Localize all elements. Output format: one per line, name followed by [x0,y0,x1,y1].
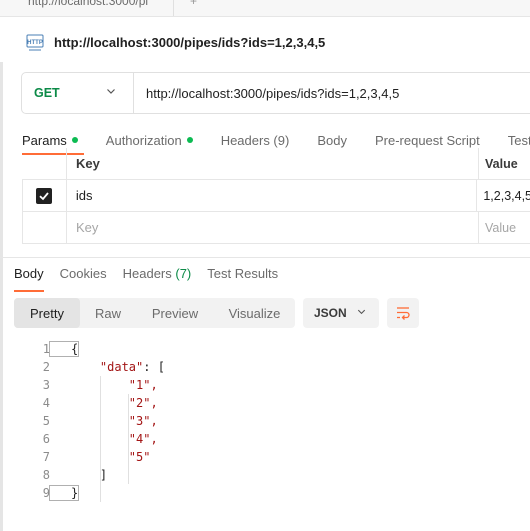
response-tab-body[interactable]: Body [14,266,44,292]
response-headers-count: (7) [175,266,192,281]
view-mode-segment: Pretty Raw Preview Visualize [14,298,295,328]
response-headers-label: Headers [122,266,172,281]
table-row: ids 1,2,3,4,5 [22,180,530,212]
response-tab-headers[interactable]: Headers (7) [123,266,192,286]
code-text: } [48,485,80,501]
line-number: 4 [42,396,50,410]
code-line: 5 "3", [0,412,530,430]
code-line: 6 "4", [0,430,530,448]
table-row-empty: Key Value [22,212,530,244]
view-pretty-button[interactable]: Pretty [14,298,80,328]
code-line: 7 "5" [0,448,530,466]
status-dot [71,137,78,143]
code-text: "3", [71,414,158,428]
method-select[interactable]: GET [22,73,134,113]
code-text: ] [71,468,108,482]
response-tabs: Body Cookies Headers (7) Test Results [14,266,294,292]
format-select[interactable]: JSON [303,298,379,328]
code-text: "data": [ [99,360,165,374]
url-bar: GET http://localhost:3000/pipes/ids?ids=… [21,72,530,114]
value-header: Value [485,156,518,171]
param-checkbox-cell [22,180,67,211]
line-number: 2 [42,360,50,374]
line-number: 8 [42,468,50,482]
param-value[interactable]: 1,2,3,4,5 [477,180,530,211]
response-body-code: 1 { 2 "data": [ 3 "1", 4 "2", 5 "3", 6 "… [0,340,530,502]
line-number: 3 [42,378,50,392]
http-icon: HTTP [24,31,46,53]
code-line: 3 "1", [0,376,530,394]
tab-authorization-label: Authorization [105,132,182,148]
line-number: 9 [42,486,50,500]
code-line: 9 } [0,484,530,502]
code-text: { [48,341,80,357]
divider [0,257,530,258]
code-text: "1", [71,378,158,392]
view-visualize-button[interactable]: Visualize [214,298,295,328]
response-tab-cookies[interactable]: Cookies [60,266,107,286]
code-line: 1 { [0,340,530,358]
param-key[interactable]: ids [67,180,478,211]
request-tab[interactable]: http://localhost:3000/pi [22,0,174,16]
param-checkbox[interactable] [36,187,53,204]
check-icon [39,191,50,200]
code-text: "2", [71,396,158,410]
new-key-input[interactable]: Key [67,212,479,243]
code-line: 2 "data": [ [0,358,530,376]
url-input[interactable]: http://localhost:3000/pipes/ids?ids=1,2,… [134,86,399,101]
code-line: 8 ] [0,466,530,484]
view-raw-button[interactable]: Raw [80,298,136,328]
tab-strip: http://localhost:3000/pi + [0,0,530,17]
wrap-lines-button[interactable] [387,298,419,328]
code-line: 4 "2", [0,394,530,412]
key-header: Key [67,148,479,179]
svg-text:HTTP: HTTP [27,40,43,46]
table-header-row: Key Value [22,148,530,180]
code-text: "5" [71,450,151,464]
line-number: 5 [42,414,50,428]
tab-params-label: Params [22,132,67,148]
method-label: GET [34,86,60,100]
request-title[interactable]: http://localhost:3000/pipes/ids?ids=1,2,… [54,35,325,50]
code-text: "4", [71,432,158,446]
wrap-lines-icon [397,307,410,320]
line-number: 1 [42,342,50,356]
line-number: 7 [42,450,50,464]
format-label: JSON [314,306,347,320]
new-value-input[interactable]: Value [479,212,530,243]
request-title-row: HTTP http://localhost:3000/pipes/ids?ids… [24,30,325,54]
tab-plus-icon[interactable]: + [190,0,197,8]
chevron-down-icon [356,306,367,320]
line-number: 6 [42,432,50,446]
status-dot [186,137,193,143]
response-tab-test-results[interactable]: Test Results [207,266,278,286]
chevron-down-icon [105,84,117,102]
view-preview-button[interactable]: Preview [136,298,214,328]
params-table: Key Value ids 1,2,3,4,5 Key Value [22,148,530,244]
